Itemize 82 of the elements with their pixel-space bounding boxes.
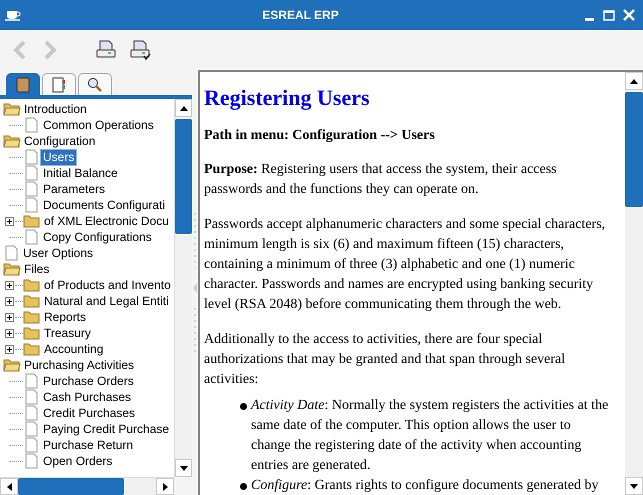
tree-item[interactable]: Introduction xyxy=(22,102,89,116)
tree-item[interactable]: Documents Configurati xyxy=(41,198,168,212)
scrollbar-thumb[interactable] xyxy=(175,119,192,234)
right-arrow-icon xyxy=(162,482,168,490)
up-arrow-icon xyxy=(180,106,188,110)
document-icon xyxy=(25,181,38,197)
tree-item[interactable]: Configuration xyxy=(22,134,98,148)
tree-item[interactable]: Natural and Legal Entiti xyxy=(42,294,171,308)
tree-item[interactable]: Cash Purchases xyxy=(41,390,134,404)
maximize-icon xyxy=(603,10,615,20)
printer-icon xyxy=(129,39,151,61)
horizontal-scrollbar[interactable] xyxy=(0,477,174,495)
menu-path: Path in menu: Configuration --> Users xyxy=(204,127,436,145)
down-arrow-icon xyxy=(180,466,188,470)
document-icon xyxy=(25,437,38,453)
tree-item[interactable]: Parameters xyxy=(41,182,108,196)
plus-icon xyxy=(6,282,13,288)
document-icon xyxy=(25,405,38,421)
tree-item[interactable]: of XML Electronic Docu xyxy=(42,214,171,228)
tree-item[interactable]: Reports xyxy=(42,310,88,324)
vertical-scrollbar[interactable] xyxy=(625,72,643,495)
search-icon xyxy=(87,76,103,92)
up-arrow-icon xyxy=(630,78,638,84)
expand-toggle[interactable] xyxy=(5,312,14,322)
coffee-cup-icon xyxy=(4,8,22,22)
notebook-icon xyxy=(52,76,66,92)
paragraph: Passwords accept alphanumeric characters and some special characters, minimum length is six (6) and maximum fifteen (15) characters, containing a minimum of three (3) alphabetic and one (1) numeric character. Passwords and names are encrypted using banking security level (RSA 2048) before communicating them through the web. xyxy=(204,216,606,314)
document-icon xyxy=(25,197,38,213)
tree-item[interactable]: Paying Credit Purchase xyxy=(41,422,172,436)
plus-icon xyxy=(6,218,13,224)
tree-item[interactable]: Purchasing Activities xyxy=(22,358,136,372)
left-arrow-icon xyxy=(6,482,12,490)
scrollbar-thumb[interactable] xyxy=(625,92,643,207)
sidebar-tab[interactable] xyxy=(42,73,76,95)
chevron-left-icon xyxy=(13,40,27,60)
expand-toggle[interactable] xyxy=(5,216,14,226)
expand-toggle[interactable] xyxy=(5,328,14,338)
paragraph: Additionally to the access to activities, there are four special authorizations that may be granted and that span through several activities: xyxy=(204,331,566,389)
plus-icon xyxy=(6,298,13,304)
chevron-right-icon xyxy=(43,40,57,60)
document-icon xyxy=(25,453,38,469)
tree-item[interactable]: Credit Purchases xyxy=(41,406,138,420)
document-icon xyxy=(25,149,38,165)
document-icon xyxy=(25,389,38,405)
down-arrow-icon xyxy=(630,484,638,488)
tree-item[interactable]: Purchase Orders xyxy=(41,374,136,388)
list-item: Configure: Grants rights to configure documents generated by xyxy=(251,477,598,495)
document-icon xyxy=(25,117,38,133)
tree-item[interactable]: Accounting xyxy=(42,342,106,356)
bullet-icon xyxy=(240,403,247,410)
window-title: ESREAL ERP xyxy=(261,7,340,24)
document-icon xyxy=(25,165,38,181)
tree-item[interactable]: Initial Balance xyxy=(41,166,120,180)
plus-icon xyxy=(6,314,13,320)
plus-icon xyxy=(6,330,13,336)
document-icon xyxy=(25,373,38,389)
plus-icon xyxy=(6,346,13,352)
tree-item[interactable]: Common Operations xyxy=(41,118,156,132)
tree-item[interactable]: Open Orders xyxy=(41,454,114,468)
document-icon xyxy=(25,229,38,245)
vertical-scrollbar[interactable] xyxy=(174,99,192,477)
document-title: Registering Users xyxy=(204,84,371,112)
tree-item[interactable]: Purchase Return xyxy=(41,438,136,452)
tree-item[interactable]: User Options xyxy=(21,246,96,260)
expand-toggle[interactable] xyxy=(5,344,14,354)
list-item: Activity Date: Normally the system registers the activities at the same date of the computer. This option allows the user to change the registering date of the activity when accounting entries are generated. xyxy=(251,397,610,475)
document-icon xyxy=(5,245,18,261)
tree-item[interactable]: Files xyxy=(22,262,52,276)
book-icon xyxy=(16,76,30,92)
tree-item[interactable]: Treasury xyxy=(42,326,93,340)
paragraph: Purpose: Registering users that access the system, their access passwords and the functions they can operate on. xyxy=(204,161,558,199)
bullet-icon xyxy=(240,483,247,490)
document-icon xyxy=(25,421,38,437)
tree-item[interactable]: Users xyxy=(41,150,76,164)
tree-item[interactable]: Copy Configurations xyxy=(41,230,154,244)
expand-toggle[interactable] xyxy=(5,280,14,290)
sidebar-tab[interactable] xyxy=(78,73,112,95)
tree-item[interactable]: of Products and Invento xyxy=(42,278,173,292)
close-icon xyxy=(623,9,635,21)
minimize-icon xyxy=(584,18,594,20)
scrollbar-thumb[interactable] xyxy=(18,478,124,495)
expand-toggle[interactable] xyxy=(5,296,14,306)
